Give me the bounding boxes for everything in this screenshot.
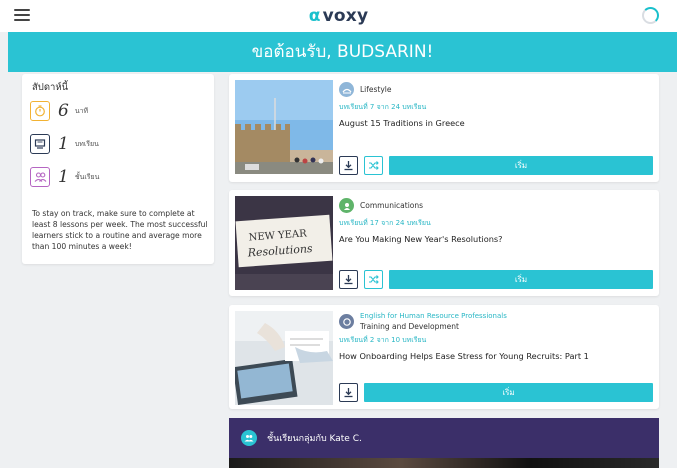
lifestyle-icon	[339, 82, 354, 97]
shuffle-icon	[369, 274, 379, 284]
lesson-progress: บทเรียนที่ 7 จาก 24 บทเรียน	[339, 103, 427, 111]
stat-minutes: 6 นาที	[30, 100, 88, 122]
lesson-card[interactable]: NEW YEAR Resolutions Communications บทเร…	[229, 190, 659, 296]
timer-icon	[30, 101, 50, 121]
classes-value: 1	[58, 167, 69, 187]
lesson-card[interactable]: Lifestyle บทเรียนที่ 7 จาก 24 บทเรียน Au…	[229, 74, 659, 182]
lessons-value: 1	[58, 134, 69, 154]
lesson-thumbnail-new-year[interactable]: NEW YEAR Resolutions	[235, 196, 333, 290]
lesson-category-label: Communications	[360, 201, 424, 210]
voxy-logo-text: voxy	[322, 6, 369, 26]
start-button[interactable]: เริ่ม	[389, 155, 653, 175]
lesson-icon	[30, 134, 50, 154]
stat-classes: 1 ชั้นเรียน	[30, 166, 99, 188]
hr-course-icon	[339, 314, 354, 329]
lesson-category: Communications	[339, 198, 653, 213]
lessons-label: บทเรียน	[74, 139, 99, 148]
classes-label: ชั้นเรียน	[74, 172, 100, 181]
shuffle-icon	[369, 160, 379, 170]
lesson-thumbnail-onboarding[interactable]	[235, 311, 333, 405]
lesson-course-label: English for Human Resource Professionals	[360, 312, 507, 320]
download-icon	[344, 274, 353, 284]
lesson-category-label: Lifestyle	[360, 85, 392, 94]
lesson-progress: บทเรียนที่ 2 จาก 10 บทเรียน	[339, 336, 427, 344]
weekly-progress-card: สัปดาห์นี้ 6 นาที 1 บทเรียน 1 ชั้นเรียน …	[22, 74, 214, 264]
lesson-title[interactable]: August 15 Traditions in Greece	[339, 118, 653, 128]
weekly-tip-text: To stay on track, make sure to complete …	[32, 209, 208, 251]
group-class-panel[interactable]: ชั้นเรียนกลุ่มกับ Kate C.	[229, 418, 659, 468]
progress-ring-icon[interactable]	[642, 7, 659, 24]
lesson-title[interactable]: How Onboarding Helps Ease Stress for You…	[339, 351, 653, 361]
voxy-logo-mark: α	[308, 6, 321, 26]
download-button[interactable]	[339, 382, 358, 402]
download-icon	[344, 387, 353, 397]
voxy-logo[interactable]: α voxy	[0, 6, 677, 26]
people-icon	[30, 167, 50, 187]
stat-lessons: 1 บทเรียน	[30, 133, 99, 155]
minutes-value: 6	[58, 101, 69, 121]
download-button[interactable]	[339, 269, 358, 289]
lesson-category: English for Human Resource Professionals…	[339, 312, 653, 331]
start-button[interactable]: เริ่ม	[364, 382, 653, 402]
lesson-category-label: Training and Development	[360, 322, 459, 331]
weekly-title: สัปดาห์นี้	[32, 82, 69, 93]
shuffle-button[interactable]	[364, 269, 383, 289]
lesson-card[interactable]: English for Human Resource Professionals…	[229, 305, 659, 409]
top-bar: α voxy	[0, 0, 677, 32]
lesson-progress: บทเรียนที่ 17 จาก 24 บทเรียน	[339, 219, 431, 227]
communications-icon	[339, 198, 354, 213]
group-class-title: ชั้นเรียนกลุ่มกับ Kate C.	[267, 434, 362, 444]
welcome-banner: ขอต้อนรับ, BUDSARIN!	[8, 32, 677, 72]
welcome-text: ขอต้อนรับ, BUDSARIN!	[251, 42, 434, 62]
shuffle-button[interactable]	[364, 155, 383, 175]
lesson-category: Lifestyle	[339, 82, 653, 97]
download-icon	[344, 160, 353, 170]
lesson-thumbnail-greece[interactable]	[235, 80, 333, 174]
group-class-icon	[241, 430, 257, 446]
start-button[interactable]: เริ่ม	[389, 269, 653, 289]
group-class-video-preview[interactable]	[229, 458, 659, 468]
download-button[interactable]	[339, 155, 358, 175]
lesson-title[interactable]: Are You Making New Year's Resolutions?	[339, 234, 653, 244]
minutes-label: นาที	[74, 106, 89, 115]
